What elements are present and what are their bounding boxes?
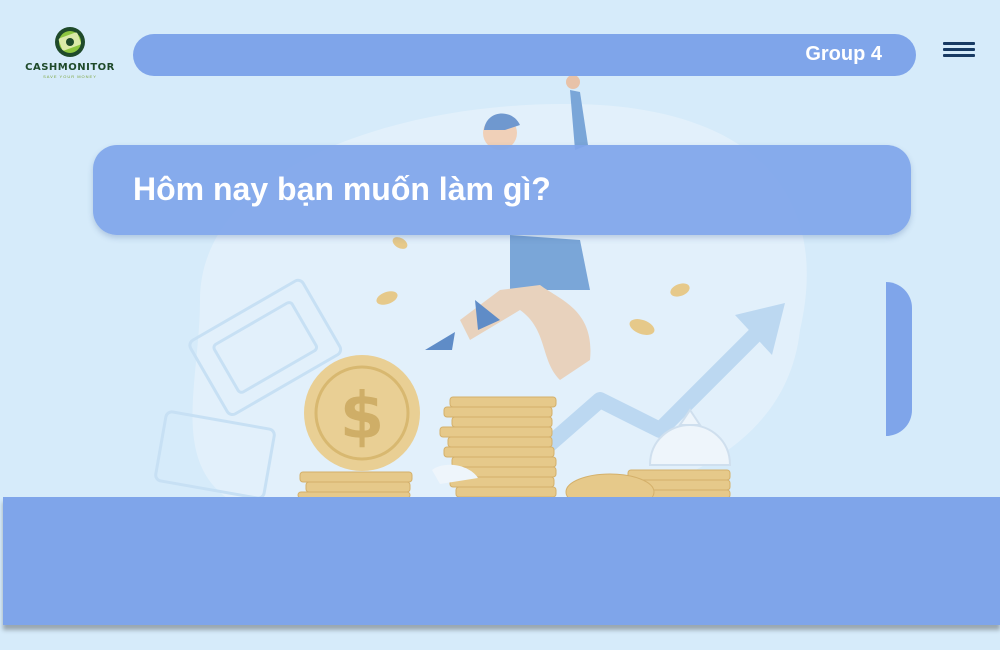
side-tab[interactable]	[886, 282, 912, 436]
dollar-coin-illustration: $	[304, 355, 420, 471]
menu-line	[943, 42, 975, 45]
brand-logo[interactable]: CASHMONITOR SAVE YOUR MONEY	[24, 24, 116, 94]
menu-line	[943, 54, 975, 57]
top-bar: Group 4	[133, 34, 916, 76]
group-label: Group 4	[805, 43, 882, 65]
brand-tagline: SAVE YOUR MONEY	[43, 74, 97, 79]
question-card: Hôm nay bạn muốn làm gì?	[93, 145, 911, 235]
brand-name: CASHMONITOR	[25, 62, 115, 73]
menu-line	[943, 48, 975, 51]
bottom-panel	[3, 497, 1000, 625]
question-text: Hôm nay bạn muốn làm gì?	[133, 171, 551, 207]
money-circle-icon	[55, 27, 85, 57]
hamburger-menu-icon[interactable]	[943, 40, 975, 62]
svg-text:$: $	[340, 380, 385, 454]
